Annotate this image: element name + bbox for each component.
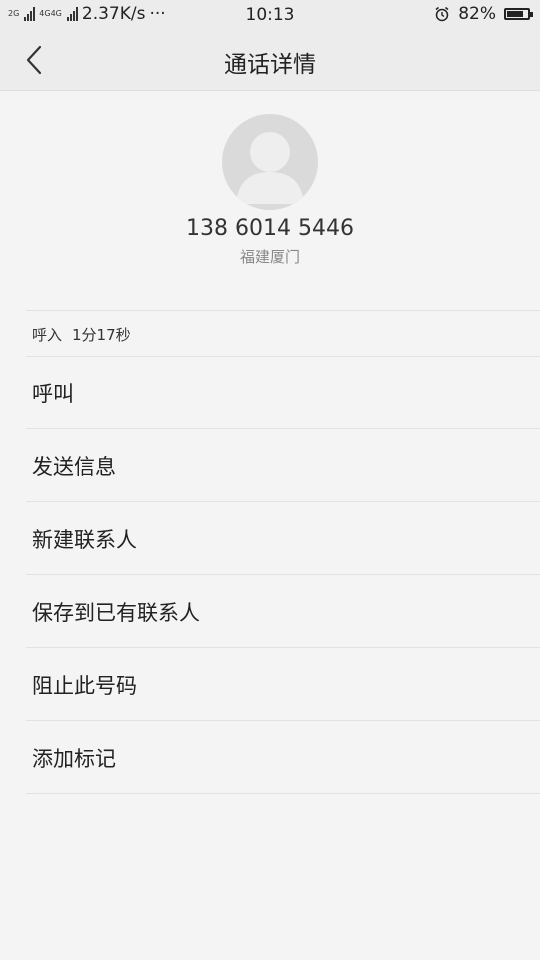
save-to-existing-contact-label: 保存到已有联系人 bbox=[32, 601, 200, 625]
call-duration: 1分17秒 bbox=[72, 326, 131, 344]
person-icon bbox=[236, 132, 304, 204]
battery-icon bbox=[504, 8, 533, 20]
new-contact-label: 新建联系人 bbox=[32, 528, 137, 552]
status-right: 82% bbox=[434, 4, 533, 24]
new-contact-button[interactable]: 新建联系人 bbox=[26, 502, 540, 575]
app-header: 通话详情 bbox=[0, 30, 540, 91]
send-message-label: 发送信息 bbox=[32, 455, 116, 479]
avatar bbox=[222, 114, 318, 210]
page-title: 通话详情 bbox=[224, 52, 316, 78]
block-number-label: 阻止此号码 bbox=[32, 674, 137, 698]
number-location: 福建厦门 bbox=[239, 248, 300, 266]
call-info-row: 呼入 1分17秒 bbox=[26, 310, 540, 357]
battery-fill bbox=[507, 11, 524, 17]
phone-number: 138 6014 5446 bbox=[186, 216, 354, 241]
add-tag-label: 添加标记 bbox=[32, 747, 116, 771]
add-tag-button[interactable]: 添加标记 bbox=[26, 721, 540, 794]
status-bar: 2G 4G4G 2.37K/s ··· 10:13 82% bbox=[0, 0, 540, 30]
call-direction: 呼入 bbox=[32, 326, 63, 344]
send-message-button[interactable]: 发送信息 bbox=[26, 429, 540, 502]
battery-percent: 82% bbox=[458, 4, 496, 24]
call-label: 呼叫 bbox=[32, 382, 74, 406]
action-list: 呼叫 发送信息 新建联系人 保存到已有联系人 阻止此号码 添加标记 bbox=[26, 356, 540, 794]
save-to-existing-contact-button[interactable]: 保存到已有联系人 bbox=[26, 575, 540, 648]
alarm-clock-icon bbox=[435, 6, 449, 22]
call-button[interactable]: 呼叫 bbox=[26, 356, 540, 429]
block-number-button[interactable]: 阻止此号码 bbox=[26, 648, 540, 721]
